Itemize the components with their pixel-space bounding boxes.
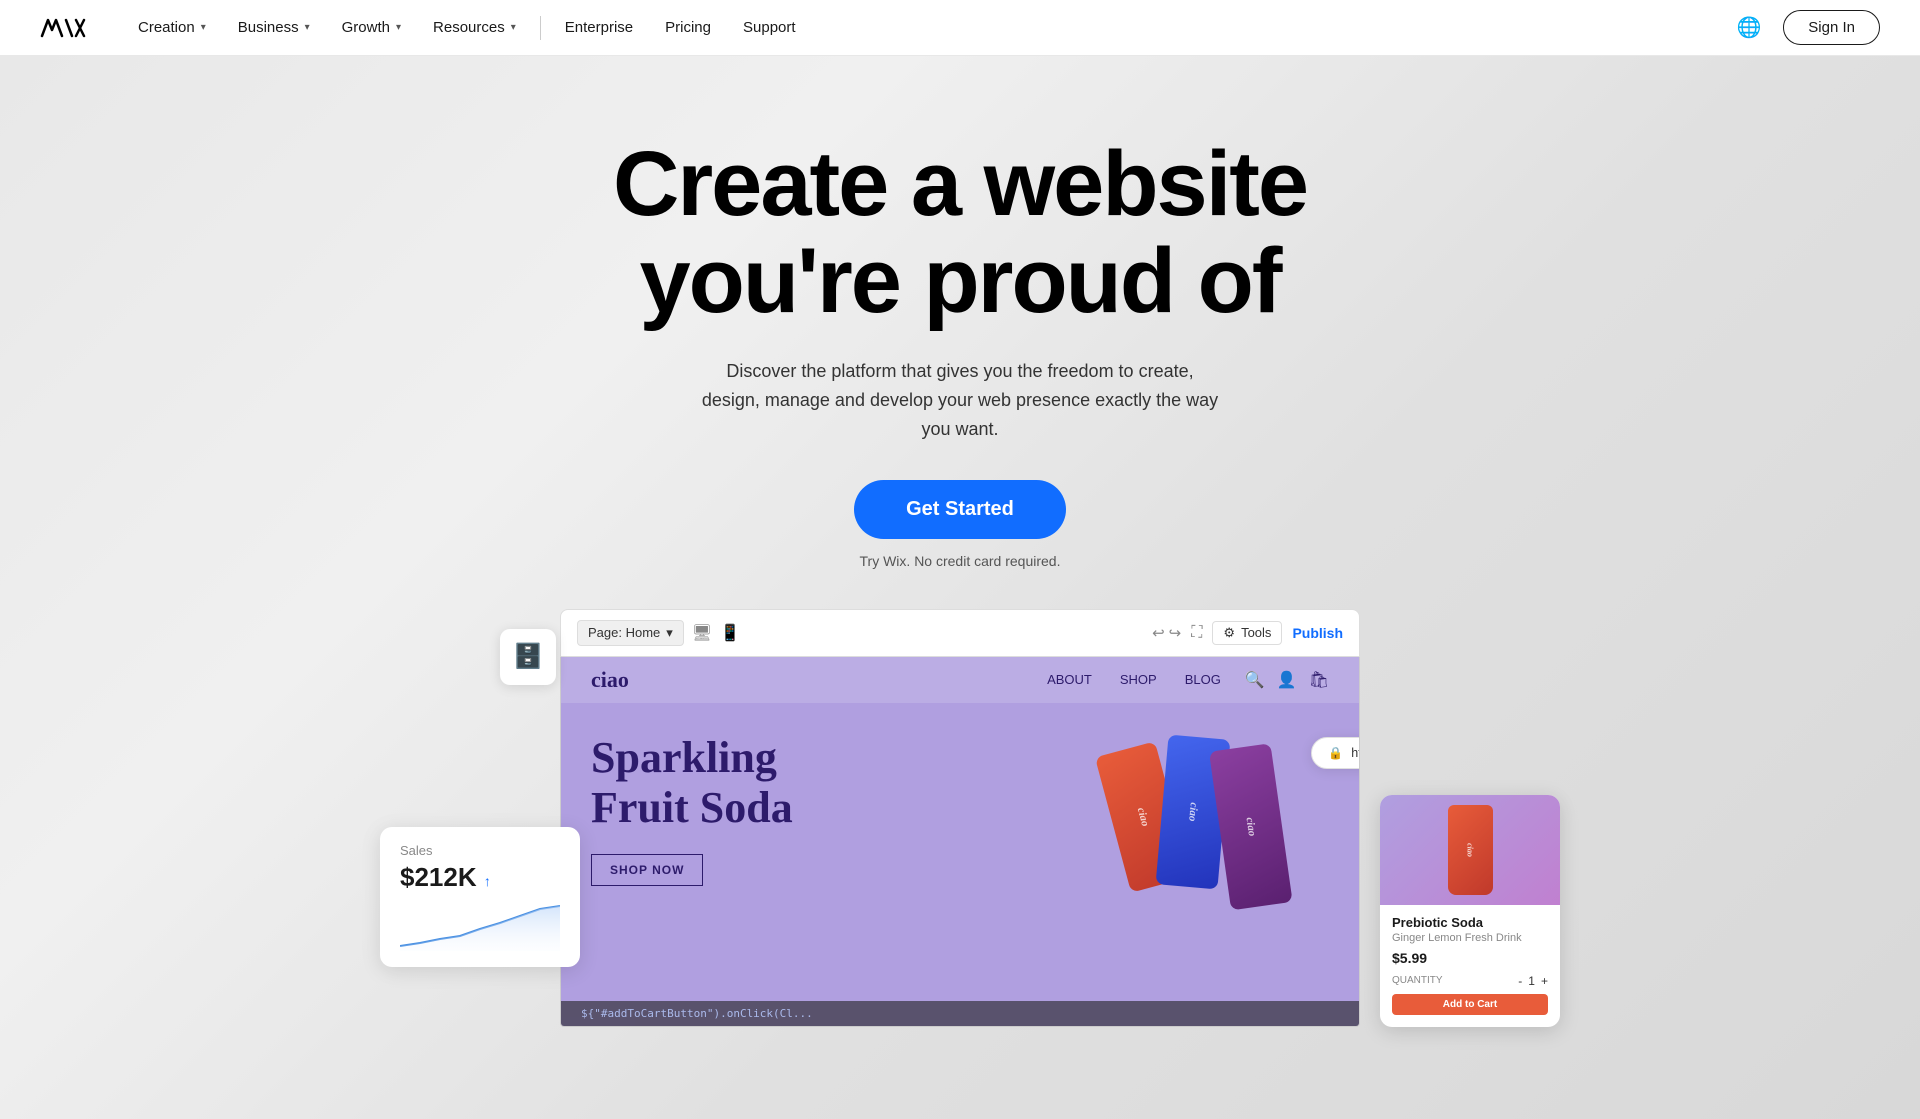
site-nav-about[interactable]: ABOUT [1047,672,1092,687]
browser-chrome: Page: Home ▾ 🖥 📱 ↩ ↪ ⛶ ⚙ Tools Publ [560,609,1360,657]
browser-chrome-left: Page: Home ▾ 🖥 📱 [577,620,1140,646]
product-image: ciao [1380,795,1560,905]
can-red-label: ciao [1135,806,1151,827]
desktop-icon[interactable]: 🖥 [692,623,712,643]
search-icon[interactable]: 🔍 [1245,670,1265,690]
site-hero-content: Sparkling Fruit Soda SHOP NOW ciao ciao … [561,703,1359,886]
site-nav: ciao ABOUT SHOP BLOG 🔍 👤 🛍 [561,657,1359,703]
nav-resources[interactable]: Resources ▾ [417,0,532,56]
quantity-label: QUANTITY [1392,975,1443,986]
site-nav-links: ABOUT SHOP BLOG [1047,672,1221,687]
quantity-minus[interactable]: - [1518,974,1522,988]
site-preview: ciao ABOUT SHOP BLOG 🔍 👤 🛍 Sparkling [560,657,1360,1027]
sales-label: Sales [400,843,560,858]
nav-right: 🌐 Sign In [1731,10,1880,46]
can-blue-label: ciao [1186,802,1200,822]
add-to-cart-button[interactable]: Add to Cart [1392,994,1548,1015]
fullscreen-icon[interactable]: ⛶ [1191,624,1202,642]
hero-text: Create a website you're proud of Discove… [613,56,1307,569]
code-snippet: ${"#addToCartButton").onClick(Cl... [561,1001,1359,1026]
wix-logo[interactable] [40,12,90,44]
chevron-down-icon: ▾ [511,22,516,33]
cart-icon[interactable]: 🛍 [1309,670,1329,690]
product-info: Prebiotic Soda Ginger Lemon Fresh Drink … [1380,905,1560,966]
nav-divider [540,16,541,40]
soda-cans: ciao ciao ciao [1112,727,1279,887]
nav-support[interactable]: Support [727,0,812,56]
product-can-image: ciao [1448,805,1493,895]
product-quantity-row: QUANTITY - 1 + [1380,974,1560,988]
publish-button[interactable]: Publish [1292,625,1343,641]
site-nav-blog[interactable]: BLOG [1185,672,1221,687]
hero-subtitle: Discover the platform that gives you the… [700,357,1220,443]
navbar: Creation ▾ Business ▾ Growth ▾ Resources… [0,0,1920,56]
undo-icon[interactable]: ↩ [1152,624,1165,642]
quantity-value: 1 [1528,974,1535,988]
page-selector[interactable]: Page: Home ▾ [577,620,684,646]
sales-chart [400,901,560,951]
nav-pricing[interactable]: Pricing [649,0,727,56]
nav-enterprise[interactable]: Enterprise [549,0,649,56]
url-bar: 🔒 https://www.ciaodrinks.com [1311,737,1360,769]
product-price: $5.99 [1392,950,1548,966]
chevron-down-icon: ▾ [201,22,206,33]
site-nav-shop[interactable]: SHOP [1120,672,1157,687]
browser-mockup: 🗄️ Sales $212K ↑ [560,609,1360,1027]
can-purple: ciao [1209,743,1293,910]
product-can-label: ciao [1466,843,1475,857]
hero-section: Create a website you're proud of Discove… [0,56,1920,1119]
sales-card: Sales $212K ↑ [380,827,580,967]
chevron-down-icon: ▾ [305,22,310,33]
database-icon-card: 🗄️ [500,629,556,685]
site-hero-text-block: Sparkling Fruit Soda SHOP NOW [591,733,793,886]
site-logo: ciao [591,667,1023,693]
mobile-icon[interactable]: 📱 [720,623,740,643]
language-selector[interactable]: 🌐 [1731,10,1767,46]
redo-icon[interactable]: ↪ [1169,624,1182,642]
product-name: Prebiotic Soda [1392,915,1548,930]
trend-icon: ↑ [484,873,491,889]
user-icon[interactable]: 👤 [1277,670,1297,690]
nav-links: Creation ▾ Business ▾ Growth ▾ Resources… [122,0,1731,56]
get-started-button[interactable]: Get Started [854,480,1066,539]
device-icons: 🖥 📱 [692,623,740,643]
quantity-plus[interactable]: + [1541,974,1548,988]
cta-note: Try Wix. No credit card required. [613,553,1307,569]
tools-icon: ⚙ [1223,625,1235,641]
lock-icon: 🔒 [1328,746,1343,760]
product-description: Ginger Lemon Fresh Drink [1392,932,1548,944]
shop-now-button[interactable]: SHOP NOW [591,854,703,886]
database-icon: 🗄️ [513,642,543,671]
undo-redo-controls: ↩ ↪ [1152,624,1181,642]
browser-actions: ↩ ↪ ⛶ ⚙ Tools Publish [1152,621,1343,645]
quantity-controls: - 1 + [1518,974,1548,988]
nav-creation[interactable]: Creation ▾ [122,0,222,56]
site-nav-icons: 🔍 👤 🛍 [1245,670,1329,690]
chevron-down-icon: ▾ [396,22,401,33]
chevron-down-icon: ▾ [666,625,673,641]
sales-value: $212K ↑ [400,862,560,893]
tools-button[interactable]: ⚙ Tools [1212,621,1282,645]
nav-growth[interactable]: Growth ▾ [326,0,417,56]
hero-title: Create a website you're proud of [613,136,1307,329]
signin-button[interactable]: Sign In [1783,10,1880,45]
product-card: ciao Prebiotic Soda Ginger Lemon Fresh D… [1380,795,1560,1027]
can-purple-label: ciao [1244,816,1259,836]
nav-business[interactable]: Business ▾ [222,0,326,56]
site-hero-title: Sparkling Fruit Soda [591,733,793,834]
